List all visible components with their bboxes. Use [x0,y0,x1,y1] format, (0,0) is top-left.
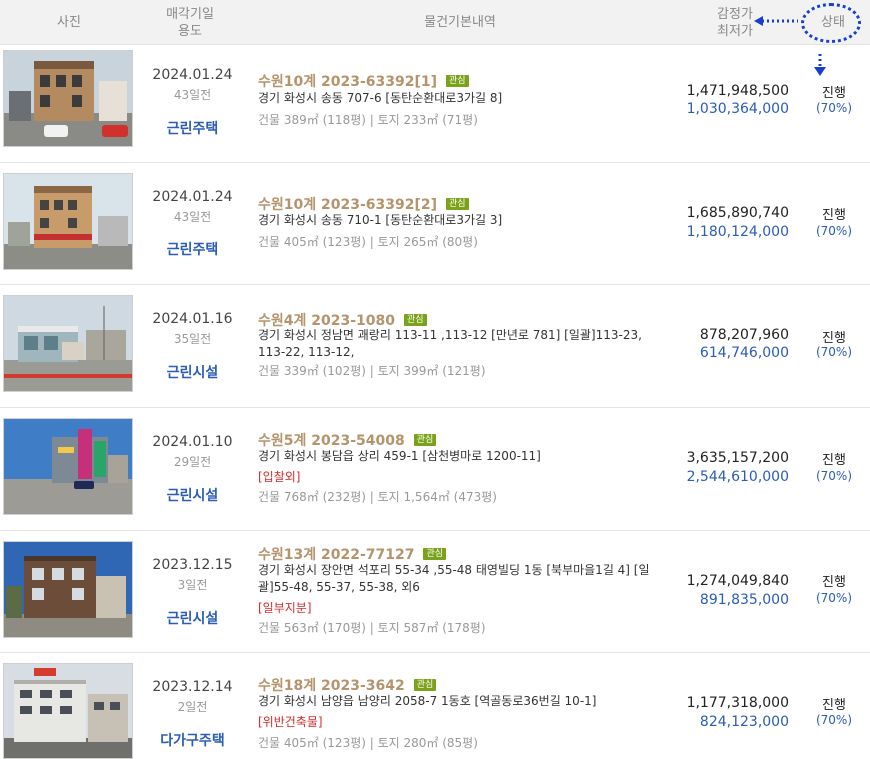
area-info: 건물 389㎡ (118평) | 토지 233㎡ (71평) [258,113,478,127]
usage-type[interactable]: 근린시설 [140,362,245,382]
minimum-price: 2,544,610,000 [686,469,789,485]
header-min-price-label: 최저가 [717,23,753,39]
property-photo[interactable] [3,541,133,638]
usage-type[interactable]: 근린주택 [140,239,245,259]
days-left: 3일전 [177,578,208,592]
days-left: 43일전 [173,210,212,224]
days-left: 35일전 [173,332,212,346]
appraisal-price: 1,685,890,740 [686,205,789,221]
status-highlight-circle [801,3,861,43]
days-left: 2일전 [177,700,208,714]
area-info: 건물 339㎡ (102평) | 토지 399㎡ (121평) [258,364,486,378]
case-number-link[interactable]: 수원5계 2023-54008 [258,430,405,450]
listing-row[interactable]: 2024.01.10 29일전 근린시설 수원5계 2023-54008 관심 … [0,408,870,531]
interest-badge[interactable]: 관심 [413,434,437,446]
area-info: 건물 405㎡ (123평) | 토지 265㎡ (80평) [258,235,478,249]
days-left: 29일전 [173,455,212,469]
case-number-link[interactable]: 수원10계 2023-63392[1] [258,71,437,91]
sale-date: 2024.01.10 [152,434,233,450]
listing-row[interactable]: 2024.01.24 43일전 근린주택 수원10계 2023-63392[2]… [0,163,870,285]
case-number-link[interactable]: 수원13계 2022-77127 [258,544,414,564]
header-date-label: 매각기일 [166,6,214,22]
address: 경기 화성시 장안면 석포리 55-34 ,55-48 태영빌딩 1동 [북부마… [258,563,650,594]
price-ratio: (70%) [815,713,853,727]
address: 경기 화성시 정남면 괘랑리 113-11 ,113-12 [만년로 781] … [258,328,642,359]
usage-type[interactable]: 다가구주택 [140,730,245,750]
header-sale-date[interactable]: 매각기일 용도 [140,0,240,45]
listing-row[interactable]: 2023.12.15 3일전 근린시설 수원13계 2022-77127 관심 … [0,531,870,653]
sale-date: 2024.01.16 [152,311,233,327]
listing-row[interactable]: 2023.12.14 2일전 다가구주택 수원18계 2023-3642 관심 … [0,653,870,759]
area-info: 건물 563㎡ (170평) | 토지 587㎡ (178평) [258,621,486,635]
interest-badge[interactable]: 관심 [423,548,447,560]
appraisal-price: 878,207,960 [699,327,789,343]
auction-status: 진행 [822,331,846,346]
restriction-flag: [위반건축물] [258,715,323,729]
usage-type[interactable]: 근린시설 [140,608,245,628]
minimum-price: 614,746,000 [699,345,789,361]
minimum-price: 824,123,000 [699,714,789,730]
header-basic-info: 물건기본내역 [424,15,496,30]
property-photo[interactable] [3,173,133,270]
minimum-price: 891,835,000 [699,592,789,608]
price-ratio: (70%) [815,345,853,359]
auction-status: 진행 [822,698,846,713]
minimum-price: 1,030,364,000 [686,101,789,117]
auction-status: 진행 [822,453,846,468]
auction-status: 진행 [822,86,846,101]
price-ratio: (70%) [815,224,853,238]
price-ratio: (70%) [815,101,853,115]
listing-row[interactable]: 2024.01.24 43일전 근린주택 수원10계 2023-63392[1]… [0,45,870,163]
interest-badge[interactable]: 관심 [446,75,469,87]
interest-badge[interactable]: 관심 [446,198,469,210]
header-photo: 사진 [57,15,81,30]
arrow-left-icon [754,16,798,26]
auction-status: 진행 [822,208,846,223]
usage-type[interactable]: 근린주택 [140,118,245,138]
address: 경기 화성시 송동 707-6 [동탄순환대로3가길 8] [258,91,503,105]
list-header: 사진 매각기일 용도 물건기본내역 감정가 최저가 상태 [0,0,870,45]
minimum-price: 1,180,124,000 [686,224,789,240]
price-ratio: (70%) [815,469,853,483]
listing-row[interactable]: 2024.01.16 35일전 근린시설 수원4계 2023-1080 관심 경… [0,285,870,408]
usage-type[interactable]: 근린시설 [140,485,245,505]
auction-status: 진행 [822,575,846,590]
interest-badge[interactable]: 관심 [404,314,427,326]
sale-date: 2023.12.14 [152,679,233,695]
appraisal-price: 1,177,318,000 [686,695,789,711]
property-photo[interactable] [3,418,133,515]
interest-badge[interactable]: 관심 [413,679,437,691]
property-photo[interactable] [3,50,133,147]
price-ratio: (70%) [815,591,853,605]
appraisal-price: 1,274,049,840 [686,573,789,589]
restriction-flag: [일부지분] [258,601,312,615]
sale-date: 2023.12.15 [152,557,233,573]
appraisal-price: 3,635,157,200 [686,450,789,466]
header-usage-label: 용도 [178,23,202,39]
case-number-link[interactable]: 수원10계 2023-63392[2] [258,194,437,214]
days-left: 43일전 [173,88,212,102]
area-info: 건물 405㎡ (123평) | 토지 280㎡ (85평) [258,736,478,750]
restriction-flag: [입찰외] [258,470,301,484]
header-appraisal-label: 감정가 [717,6,753,22]
property-photo[interactable] [3,663,133,759]
address: 경기 화성시 남양읍 남양리 2058-7 1동호 [역골동로36번길 10-1… [258,694,597,708]
sale-date: 2024.01.24 [152,67,233,83]
sale-date: 2024.01.24 [152,189,233,205]
property-photo[interactable] [3,295,133,392]
case-number-link[interactable]: 수원18계 2023-3642 [258,675,405,695]
area-info: 건물 768㎡ (232평) | 토지 1,564㎡ (473평) [258,490,497,504]
appraisal-price: 1,471,948,500 [686,83,789,99]
address: 경기 화성시 봉담읍 상리 459-1 [삼천병마로 1200-11] [258,449,541,463]
address: 경기 화성시 송동 710-1 [동탄순환대로3가길 3] [258,213,503,227]
